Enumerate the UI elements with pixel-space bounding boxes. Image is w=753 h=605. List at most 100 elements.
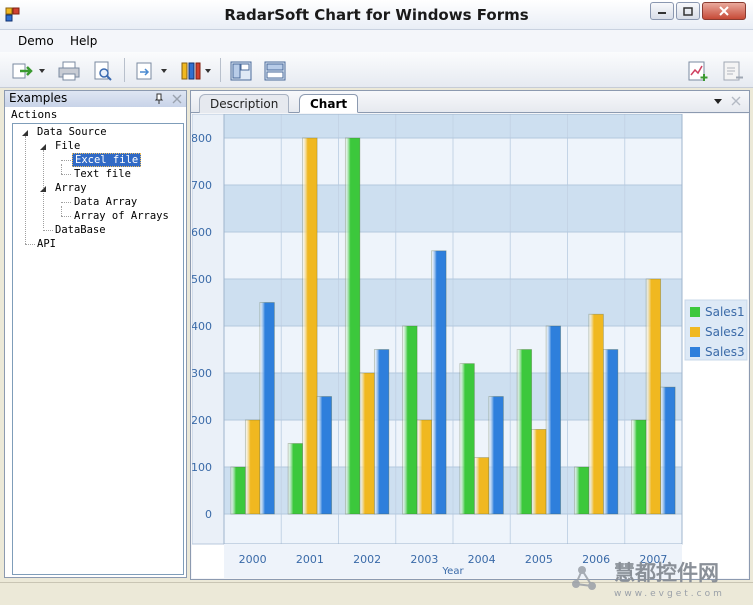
- examples-panel-title: Examples: [9, 91, 68, 105]
- layout-button[interactable]: [228, 58, 254, 84]
- close-icon: [719, 6, 729, 16]
- tree-item-api[interactable]: API: [37, 238, 56, 250]
- palette-button[interactable]: [178, 58, 204, 84]
- minimize-button[interactable]: [650, 2, 674, 20]
- palette-dropdown-icon[interactable]: [204, 68, 212, 74]
- tree-item-data-source[interactable]: Data Source: [37, 126, 107, 138]
- watermark-chinese: 慧都控件网: [614, 561, 719, 585]
- bar-sales1-2006: [573, 466, 590, 515]
- x-tick-label: 2003: [410, 553, 438, 566]
- examples-panel-header: Examples: [5, 91, 186, 107]
- tree-item-array-of-arrays[interactable]: Array of Arrays: [74, 210, 169, 222]
- bar-sales1-2004: [459, 363, 475, 515]
- tree-item-array[interactable]: Array: [55, 182, 87, 194]
- bar-sales2-2006: [588, 313, 604, 515]
- tab-close-icon[interactable]: [731, 96, 741, 106]
- copy-dropdown-icon[interactable]: [160, 68, 168, 74]
- bar-sales1-2003: [402, 325, 418, 515]
- add-chart-button[interactable]: [685, 58, 711, 84]
- panel-close-icon[interactable]: [171, 93, 183, 105]
- toolbar-separator: [124, 58, 125, 82]
- y-tick-label: 200: [192, 414, 212, 427]
- bar-sales1-2000: [230, 466, 246, 515]
- tree-item-file[interactable]: File: [55, 140, 80, 152]
- bar-sales2-2002: [359, 372, 375, 515]
- bar-sales2-2007: [645, 278, 662, 515]
- legend-swatch-sales1: [690, 307, 700, 317]
- toolbar-separator: [220, 58, 221, 82]
- print-preview-button[interactable]: [90, 58, 116, 84]
- bar-sales1-2002: [344, 137, 361, 515]
- bar-sales3-2002: [373, 349, 390, 515]
- print-button[interactable]: [56, 58, 82, 84]
- export-dropdown-icon[interactable]: [38, 68, 46, 74]
- tab-chart[interactable]: Chart: [299, 94, 359, 113]
- bar-sales3-2007: [660, 386, 676, 515]
- menu-demo[interactable]: Demo: [14, 33, 58, 49]
- x-tick-label: 2004: [468, 553, 496, 566]
- x-tick-label: 2005: [525, 553, 553, 566]
- bar-chart[interactable]: 0 100 200 300 400 500 600 700 800 2000 2001 2002 200…: [191, 113, 748, 578]
- x-tick-label: 2002: [353, 553, 381, 566]
- copy-button[interactable]: [132, 58, 158, 84]
- window-title: RadarSoft Chart for Windows Forms: [224, 6, 529, 24]
- bar-sales1-2001: [287, 443, 304, 515]
- bar-sales2-2001: [302, 137, 318, 515]
- tab-strip: Description Chart: [191, 91, 749, 113]
- remove-chart-button[interactable]: [720, 58, 746, 84]
- bar-sales3-2003: [431, 250, 447, 515]
- bar-sales2-2004: [473, 457, 490, 515]
- pin-icon[interactable]: [153, 93, 165, 105]
- layout-icon: [230, 61, 252, 81]
- bar-sales1-2007: [631, 419, 647, 515]
- minimize-icon: [658, 12, 666, 14]
- collapse-icon[interactable]: [21, 129, 29, 137]
- y-tick-label: 0: [205, 508, 212, 521]
- menu-help[interactable]: Help: [66, 33, 101, 49]
- actions-label: Actions: [11, 108, 58, 121]
- bar-sales1-2005: [516, 349, 533, 515]
- tab-description[interactable]: Description: [199, 94, 290, 113]
- bar-sales3-2005: [545, 325, 562, 515]
- collapse-icon[interactable]: [39, 143, 47, 151]
- bar-sales2-2003: [416, 419, 433, 515]
- legend-label-sales1: Sales1: [705, 305, 745, 319]
- maximize-button[interactable]: [676, 2, 700, 20]
- collapse-icon[interactable]: [39, 185, 47, 193]
- examples-panel: Examples Actions Data Source File Excel …: [4, 90, 187, 578]
- examples-tree: Data Source File Excel file Text file Ar…: [12, 123, 184, 575]
- title-bar: RadarSoft Chart for Windows Forms: [0, 0, 753, 30]
- legend-swatch-sales3: [690, 347, 700, 357]
- maximize-icon: [683, 6, 693, 16]
- tab-list-dropdown-icon[interactable]: [713, 98, 723, 106]
- document-area: Description Chart 0 100 200 300 400 500 600 700…: [190, 90, 750, 580]
- add-chart-icon: [688, 61, 708, 81]
- bar-sales3-2001: [316, 396, 333, 515]
- watermark-logo: 慧都控件网 www.evget.com: [572, 561, 722, 599]
- printer-icon: [58, 61, 80, 81]
- tree-item-text-file[interactable]: Text file: [74, 168, 131, 180]
- remove-chart-icon: [723, 61, 743, 81]
- tree-item-database[interactable]: DataBase: [55, 224, 106, 236]
- x-axis-title: Year: [441, 566, 464, 577]
- y-tick-label: 100: [192, 461, 212, 474]
- x-tick-label: 2000: [239, 553, 267, 566]
- tree-item-excel-file[interactable]: Excel file: [72, 153, 142, 167]
- export-button[interactable]: [10, 58, 36, 84]
- layout-alt-icon: [264, 61, 286, 81]
- legend-swatch-sales2: [690, 327, 700, 337]
- x-tick-label: 2001: [296, 553, 324, 566]
- legend-label-sales3: Sales3: [705, 345, 745, 359]
- y-tick-label: 500: [192, 273, 212, 286]
- bar-sales3-2006: [602, 349, 619, 515]
- y-tick-label: 800: [192, 132, 212, 145]
- close-button[interactable]: [702, 2, 746, 20]
- copy-chart-icon: [136, 62, 152, 80]
- layout-alt-button[interactable]: [262, 58, 288, 84]
- y-tick-label: 600: [192, 226, 212, 239]
- tree-item-data-array[interactable]: Data Array: [74, 196, 137, 208]
- palette-icon: [181, 62, 201, 80]
- legend-label-sales2: Sales2: [705, 325, 745, 339]
- bar-sales2-2000: [244, 419, 261, 515]
- bar-sales2-2005: [531, 428, 547, 515]
